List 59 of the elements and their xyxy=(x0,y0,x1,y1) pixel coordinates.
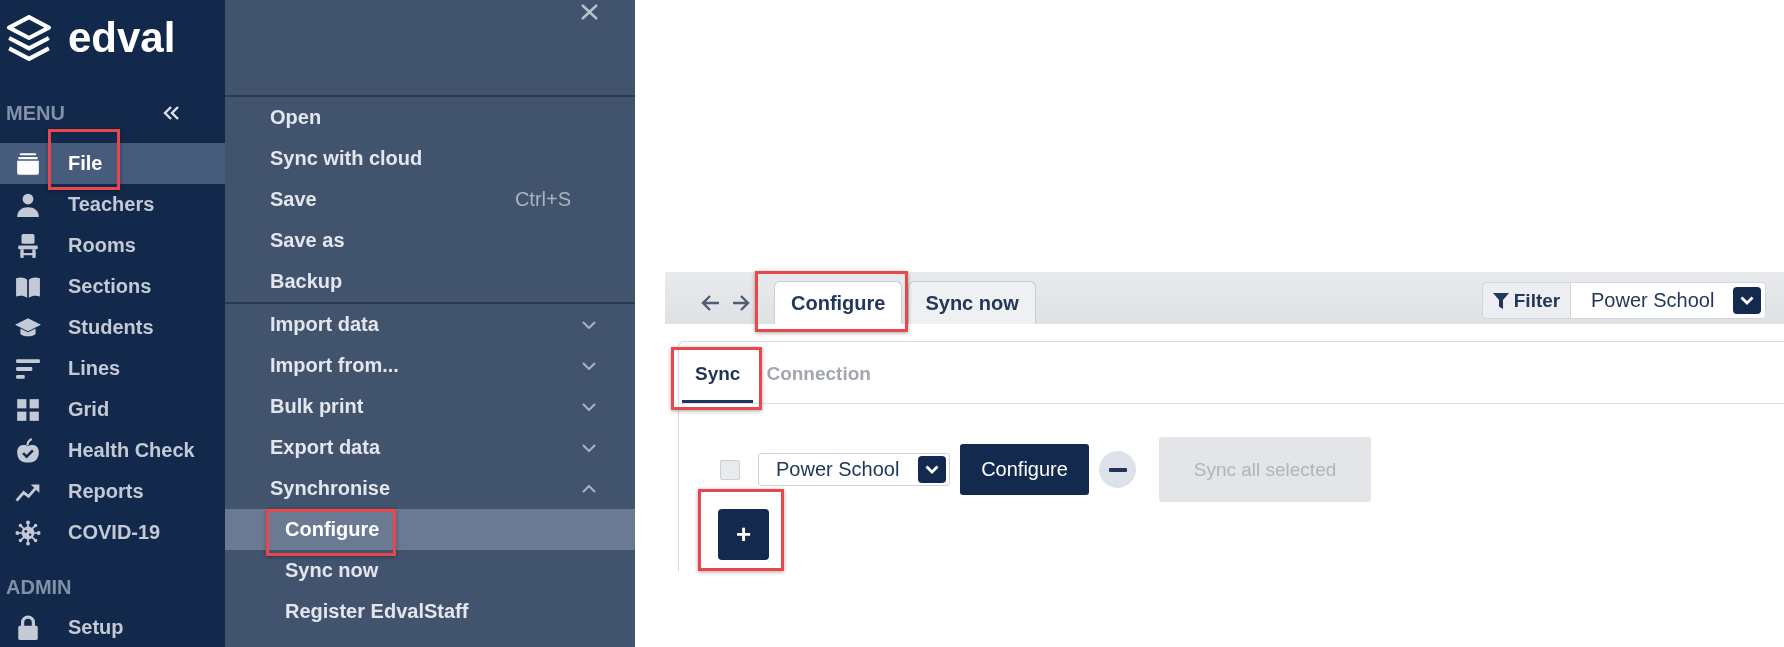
tab[interactable]: Sync xyxy=(682,347,754,403)
dropdown-caret-icon xyxy=(1733,287,1761,314)
person-icon xyxy=(15,191,41,218)
menu-item[interactable]: Synchronise xyxy=(225,468,635,509)
source-select[interactable]: Power School xyxy=(758,453,950,486)
menu-item[interactable]: Sync now xyxy=(225,550,635,591)
section-label: ADMIN xyxy=(6,575,72,599)
sidebar-item[interactable]: Lines xyxy=(0,348,225,389)
chevron-down-icon[interactable] xyxy=(582,402,596,411)
menu-item[interactable]: Sync with cloud xyxy=(225,138,635,179)
menu-item[interactable]: Open xyxy=(225,97,635,138)
menu-item[interactable]: Bulk print xyxy=(225,386,635,427)
sidebar-item[interactable]: Rooms xyxy=(0,225,225,266)
virus-icon xyxy=(15,519,41,546)
sidebar-item[interactable]: Grid xyxy=(0,389,225,430)
menu-item[interactable]: Backup xyxy=(225,261,635,302)
sidebar-item[interactable]: File xyxy=(0,143,225,184)
chevron-down-icon[interactable] xyxy=(582,443,596,452)
tab[interactable]: Configure xyxy=(774,281,903,324)
minus-icon xyxy=(1108,467,1127,472)
sidebar-item[interactable]: Sections xyxy=(0,266,225,307)
menu-item[interactable]: Configure xyxy=(225,509,635,550)
section-label: MENU xyxy=(6,101,65,125)
sidebar-item[interactable]: Health Check xyxy=(0,430,225,471)
forward-arrow-icon[interactable] xyxy=(733,295,750,311)
folder-icon xyxy=(15,150,41,177)
sidebar-item[interactable]: Reports xyxy=(0,471,225,512)
chair-icon xyxy=(15,232,41,259)
filter-select[interactable]: Power School xyxy=(1570,282,1766,319)
menu-item[interactable]: Import from... xyxy=(225,345,635,386)
logo-icon xyxy=(6,14,52,61)
add-button[interactable]: + xyxy=(718,509,769,560)
filter-button[interactable]: Filter xyxy=(1482,282,1570,319)
chevron-up-icon[interactable] xyxy=(582,484,596,493)
apple-check-icon xyxy=(15,437,41,464)
sidebar-item[interactable]: Students xyxy=(0,307,225,348)
menu-item[interactable]: Export data xyxy=(225,427,635,468)
funnel-icon xyxy=(1492,292,1509,309)
sidebar-item[interactable]: COVID-19 xyxy=(0,512,225,553)
grid-icon xyxy=(15,396,41,423)
close-icon[interactable] xyxy=(581,4,598,20)
lock-icon xyxy=(15,614,41,641)
menu-item[interactable]: Register EdvalStaff xyxy=(225,591,635,632)
sidebar-item[interactable]: Teachers xyxy=(0,184,225,225)
chevron-down-icon[interactable] xyxy=(582,361,596,370)
configure-button[interactable]: Configure xyxy=(960,444,1089,495)
logo-text: edval xyxy=(68,16,176,59)
sidebar-item[interactable]: Setup xyxy=(0,610,225,645)
chevron-down-icon[interactable] xyxy=(582,320,596,329)
menu-item[interactable]: Save Ctrl+S xyxy=(225,179,635,220)
back-arrow-icon[interactable] xyxy=(701,295,720,311)
menu-item[interactable]: Save as xyxy=(225,220,635,261)
checkbox[interactable] xyxy=(720,459,740,480)
double-chevron-left-icon[interactable] xyxy=(163,106,180,120)
dropdown-caret-icon xyxy=(918,456,946,483)
tab[interactable]: Sync now xyxy=(908,281,1036,324)
remove-button[interactable] xyxy=(1099,451,1136,488)
menu-item[interactable]: Import data xyxy=(225,304,635,345)
shortcut-text: Ctrl+S xyxy=(514,188,571,211)
